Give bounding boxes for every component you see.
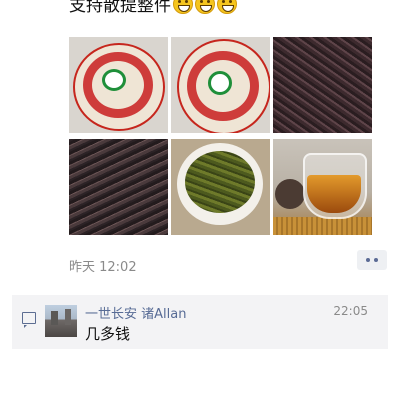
comment-time: 22:05	[333, 304, 368, 318]
grin-emoji-icon	[217, 0, 237, 14]
post-text-line: 支持散提整件	[69, 0, 389, 17]
tea-leaves-pile-photo[interactable]	[69, 139, 168, 235]
tea-cake-side-photo[interactable]	[171, 37, 270, 133]
dot-icon	[366, 258, 370, 262]
comment-text: 几多钱	[85, 325, 131, 343]
post-text: 支持散提整件	[69, 0, 389, 17]
comment-box: 一世长安 诸Allan 22:05 几多钱	[12, 295, 388, 349]
avatar[interactable]	[45, 305, 77, 337]
post-time: 昨天 12:02	[69, 260, 137, 275]
brewed-leaves-bowl-photo[interactable]	[171, 139, 270, 235]
photo-grid	[69, 37, 372, 235]
tea-leaves-closeup-photo[interactable]	[273, 37, 372, 133]
more-actions-button[interactable]	[357, 250, 387, 270]
tea-cup-photo[interactable]	[273, 139, 372, 235]
tea-cake-front-photo[interactable]	[69, 37, 168, 133]
grin-emoji-icon	[195, 0, 215, 14]
comment-user-name[interactable]: 一世长安 诸Allan	[85, 303, 186, 322]
comment-icon	[22, 312, 36, 328]
dot-icon	[374, 258, 378, 262]
post-text-content: 支持散提整件	[69, 0, 171, 16]
grin-emoji-icon	[173, 0, 193, 14]
